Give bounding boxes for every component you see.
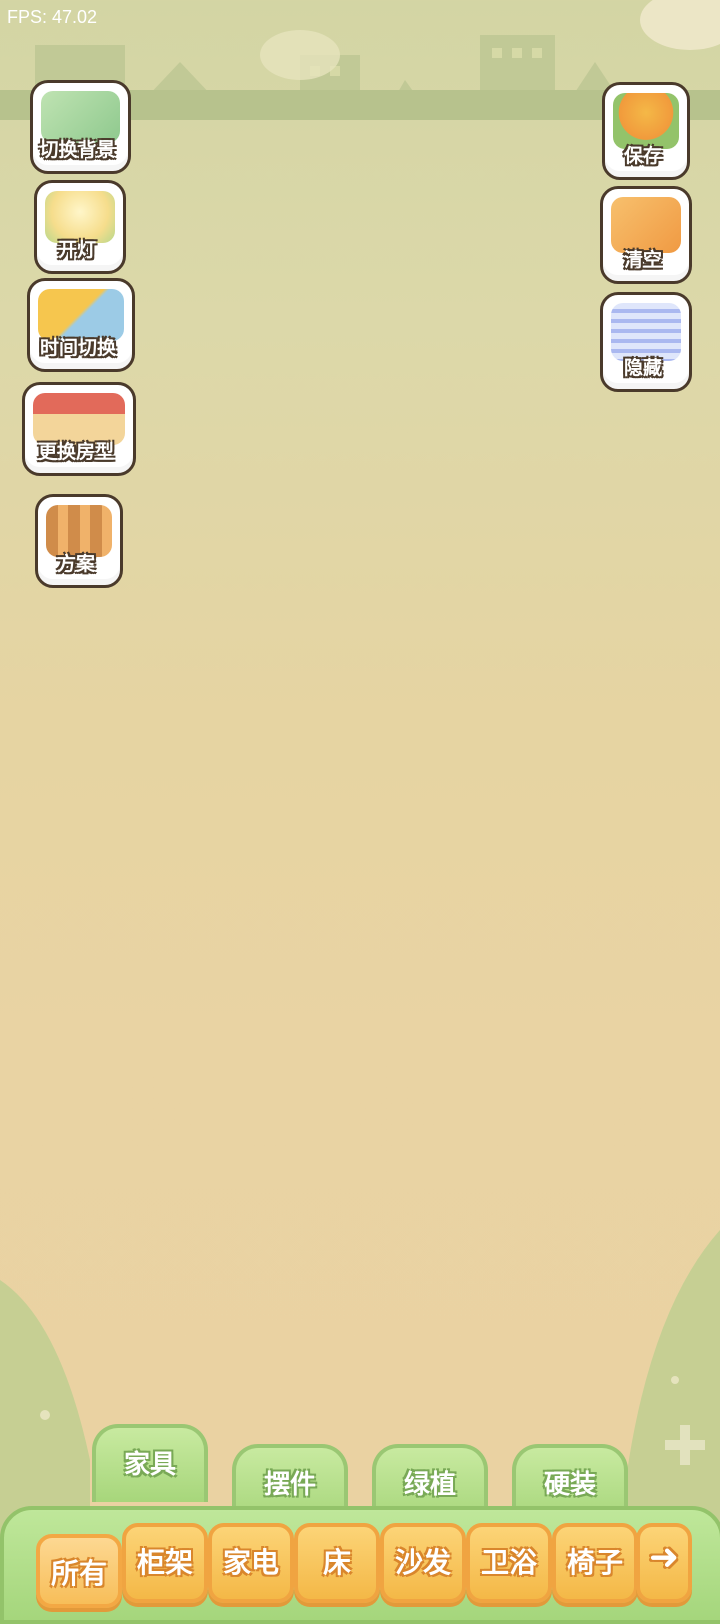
category-beds[interactable]: 床	[294, 1523, 380, 1603]
category-chairs[interactable]: 椅子	[552, 1523, 638, 1603]
arrow-right-icon: ➜	[648, 1537, 680, 1578]
category-chairs-label: 椅子	[566, 1546, 623, 1579]
hide-button[interactable]: 隐藏	[600, 292, 692, 392]
tab-plants-label: 绿植	[403, 1470, 456, 1500]
plan-label: 方案	[56, 553, 95, 575]
lamp-label: 开灯	[57, 239, 96, 261]
switch-background-button[interactable]: 切换背景	[30, 80, 131, 174]
tab-furniture-label: 家具	[123, 1450, 176, 1480]
lamp-button[interactable]: 开灯	[34, 180, 126, 274]
save-button[interactable]: 保存	[602, 82, 690, 180]
tab-ornaments-label: 摆件	[263, 1470, 316, 1500]
category-cabinets[interactable]: 柜架	[122, 1523, 208, 1603]
category-sofas-label: 沙发	[394, 1546, 451, 1579]
tab-furniture[interactable]: 家具	[92, 1424, 208, 1502]
save-label: 保存	[623, 145, 662, 167]
hide-label: 隐藏	[623, 357, 662, 379]
category-cabinets-label: 柜架	[136, 1546, 193, 1579]
category-beds-label: 床	[322, 1546, 351, 1579]
category-all[interactable]: 所有	[36, 1534, 122, 1608]
category-bathroom[interactable]: 卫浴	[466, 1523, 552, 1603]
time-switch-button[interactable]: 时间切换	[27, 278, 135, 372]
change-layout-label: 更换房型	[37, 441, 114, 463]
time-switch-label: 时间切换	[39, 337, 116, 359]
clear-button[interactable]: 清空	[600, 186, 692, 284]
clear-label: 清空	[623, 249, 662, 271]
next-category-button[interactable]: ➜	[636, 1523, 692, 1603]
category-all-label: 所有	[50, 1557, 107, 1590]
change-layout-button[interactable]: 更换房型	[22, 382, 136, 476]
plan-button[interactable]: 方案	[35, 494, 123, 588]
category-appliances[interactable]: 家电	[208, 1523, 294, 1603]
switch-background-label: 切换背景	[39, 139, 116, 161]
category-sofas[interactable]: 沙发	[380, 1523, 466, 1603]
category-bathroom-label: 卫浴	[480, 1546, 537, 1579]
fps-counter: FPS: 47.02	[7, 7, 98, 27]
category-appliances-label: 家电	[222, 1546, 279, 1579]
tab-hardware-label: 硬装	[543, 1470, 596, 1500]
